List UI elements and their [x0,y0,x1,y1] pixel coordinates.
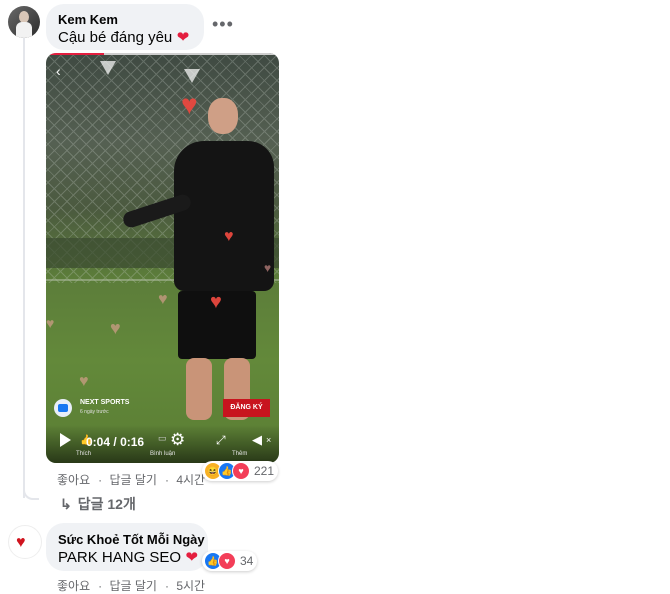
floating-heart-icon: ♥ [46,315,55,331]
replies-label: 답글 12개 [77,496,136,512]
heart-icon: ❤ [176,29,190,46]
comment-time: 5시간 [176,579,206,593]
fullscreen-icon[interactable]: ⤢ [216,433,226,448]
channel-logo[interactable] [54,399,72,417]
more-horizontal-icon[interactable]: ••• [212,14,234,35]
video-timestamp: 0:04 / 0:16 [86,435,144,449]
reply-arrow-icon: ↳ [60,496,72,512]
floating-heart-icon: ♥ [224,228,234,245]
current-time: 0:04 [86,435,111,449]
comment-icon[interactable]: ▭ [158,433,167,444]
comment-label: Bình luận [150,451,176,457]
floating-heart-icon: ♥ [110,318,121,338]
like-action[interactable]: 좋아요 [57,473,90,487]
reply-action[interactable]: 답글 달기 [109,473,157,487]
person-head [208,98,238,134]
floating-heart-icon: ♥ [264,261,272,275]
volume-icon[interactable]: ◀ [252,432,262,448]
reaction-count: 34 [240,554,254,568]
floating-heart-icon: ♥ [79,373,89,390]
comment-bubble: Kem Kem Cậu bé đáng yêu ❤ [46,4,204,50]
thread-line [23,38,25,498]
person-jacket [174,141,274,291]
avatar-kem-kem[interactable] [8,6,40,38]
back-chevron-icon[interactable]: ‹ [56,63,61,79]
time-separator: / [113,435,117,449]
reply-action[interactable]: 답글 달기 [109,579,157,593]
settings-gear-icon[interactable]: ⚙ [170,430,185,450]
comment-actions: 좋아요 · 답글 달기 · 5시간 [57,579,206,593]
channel-name[interactable]: NEXT SPORTS [80,399,129,406]
thread-elbow [23,478,39,500]
like-action[interactable]: 좋아요 [57,579,90,593]
love-icon: ♥ [232,462,250,480]
comment-actions: 좋아요 · 답글 달기 · 4시간 [57,473,206,487]
video-player[interactable]: ‹ ♥ ♥ ♥ ♥ ♥ ♥ ♥ ♥ NEXT SPORTS 6 ngày trư… [46,53,279,463]
comment-bubble: Sức Khoẻ Tốt Mỗi Ngày PARK HANG SEO ❤ [46,523,208,571]
light-icon [184,69,200,83]
play-icon[interactable] [60,433,71,447]
duration: 0:16 [120,435,145,449]
comment-author[interactable]: Sức Khoẻ Tốt Mỗi Ngày [58,532,205,547]
more-label: Thêm [232,451,248,457]
channel-sub: 6 ngày trước [80,409,109,415]
floating-heart-icon: ♥ [158,291,168,308]
person-leg [186,358,212,420]
love-icon: ♥ [218,552,236,570]
floating-heart-icon: ♥ [210,291,222,313]
reactions-summary[interactable]: 👍 ♥ 34 [202,551,258,571]
view-replies-link[interactable]: ↳ 답글 12개 [60,494,136,514]
subscribe-button[interactable]: ĐĂNG KÝ [223,399,270,417]
comment-text: Cậu bé đáng yêu [58,29,173,46]
heart-icon: ❤ [185,549,199,566]
floating-heart-icon: ♥ [181,89,198,120]
like-label: Thích [76,451,92,457]
reaction-count: 221 [254,464,275,478]
video-progress-fill [46,53,105,55]
close-icon[interactable]: × [266,435,271,445]
light-icon [100,61,116,75]
comment-text: PARK HANG SEO [58,549,182,566]
comment-time: 4시간 [176,473,206,487]
comment-author[interactable]: Kem Kem [58,12,118,27]
avatar-suc-khoe[interactable]: ♥ [8,525,42,559]
reactions-summary[interactable]: 😆 👍 ♥ 221 [202,461,279,481]
